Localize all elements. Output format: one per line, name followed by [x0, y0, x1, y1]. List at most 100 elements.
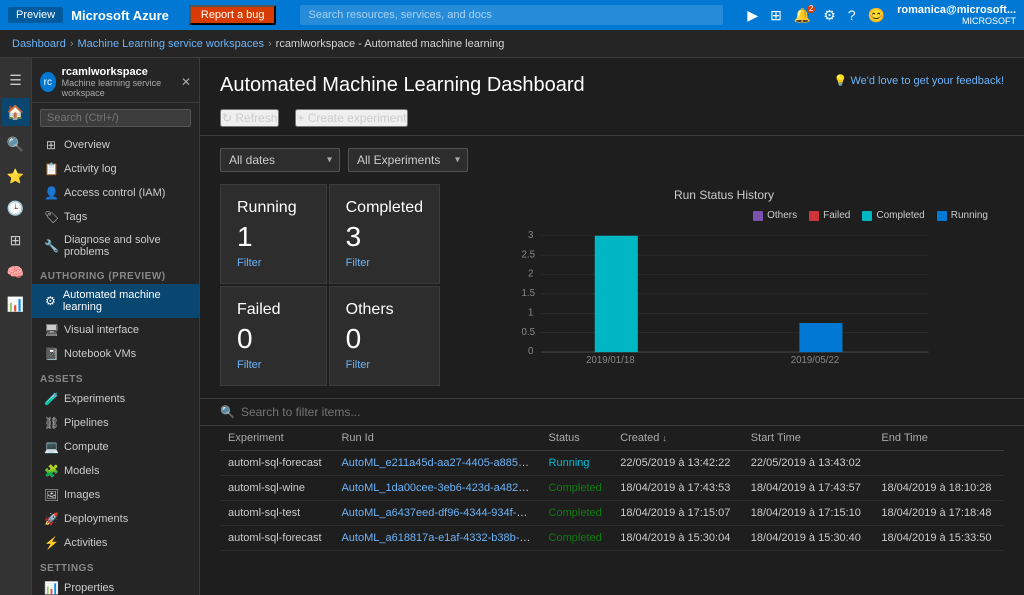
failed-value: 0	[237, 323, 310, 355]
rail-search-icon[interactable]: 🔍	[2, 130, 30, 158]
stat-card-running: Running 1 Filter	[220, 184, 327, 284]
col-end-time[interactable]: End Time	[873, 426, 1004, 451]
others-filter-link[interactable]: Filter	[346, 359, 423, 371]
chart-svg: 3 2.5 2 1.5 1 0.5 0	[460, 225, 988, 365]
cards-chart-row: Running 1 Filter Completed 3 Filter Fail…	[200, 184, 1024, 398]
rail-recent-icon[interactable]: 🕒	[2, 194, 30, 222]
rail-home-icon[interactable]: 🏠	[2, 98, 30, 126]
global-search-input[interactable]	[300, 5, 723, 25]
feedback-link[interactable]: 💡 We'd love to get your feedback!	[834, 74, 1004, 87]
sidebar-item-activities[interactable]: ⚡ Activities	[32, 531, 199, 555]
col-status[interactable]: Status	[541, 426, 613, 451]
main-content: Automated Machine Learning Dashboard 💡 W…	[200, 58, 1024, 595]
table-row: automl-sql-forecast AutoML_a618817a-e1af…	[220, 526, 1004, 551]
preview-badge: Preview	[8, 7, 63, 23]
sidebar-label-overview: Overview	[64, 139, 110, 151]
sidebar-label-models: Models	[64, 465, 99, 477]
date-filter-select[interactable]: All dates Last 7 days Last 30 days	[220, 148, 340, 172]
running-label: Running	[237, 199, 310, 217]
run-id-link[interactable]: AutoML_a618817a-e1af-4332-b38b-6ae11979c…	[341, 532, 540, 544]
table-header: Experiment Run Id Status Created ↓ Start…	[220, 426, 1004, 451]
sidebar-label-diagnose: Diagnose and solve problems	[64, 234, 191, 258]
cell-status: Completed	[541, 476, 613, 501]
run-id-link[interactable]: AutoML_a6437eed-df96-4344-934f-1dd5724e0…	[341, 507, 540, 519]
running-filter-link[interactable]: Filter	[237, 257, 310, 269]
settings-icon[interactable]: ⚙	[823, 7, 836, 24]
sidebar-item-overview[interactable]: ⊞ Overview	[32, 133, 199, 157]
sidebar-item-properties[interactable]: 📊 Properties	[32, 576, 199, 595]
sidebar-item-images[interactable]: 🖼 Images	[32, 483, 199, 507]
workspace-title: rcamlworkspace	[62, 66, 175, 78]
sidebar-item-diagnose[interactable]: 🔧 Diagnose and solve problems	[32, 229, 199, 263]
failed-filter-link[interactable]: Filter	[237, 359, 310, 371]
cell-end-time: 18/04/2019 à 15:33:50	[873, 526, 1004, 551]
shell-icon[interactable]: ▶	[747, 7, 758, 24]
sidebar-label-activities: Activities	[64, 537, 107, 549]
filters-row: All dates Last 7 days Last 30 days All E…	[200, 136, 1024, 184]
visual-interface-icon: 🖥	[44, 323, 58, 337]
create-experiment-button[interactable]: + Create experiment	[295, 109, 408, 127]
diagnose-icon: 🔧	[44, 239, 58, 253]
directory-icon[interactable]: ⊞	[770, 7, 782, 24]
run-id-link[interactable]: AutoML_e211a45d-aa27-4405-a885-c9d970978…	[341, 457, 540, 469]
col-start-time[interactable]: Start Time	[743, 426, 874, 451]
sidebar-item-automated-ml[interactable]: ⚙ Automated machine learning	[32, 284, 199, 318]
breadcrumb-dashboard[interactable]: Dashboard	[12, 38, 66, 50]
rail-ml-icon[interactable]: 🧠	[2, 258, 30, 286]
sidebar-label-tags: Tags	[64, 211, 87, 223]
breadcrumb-current: rcamlworkspace - Automated machine learn…	[276, 38, 505, 50]
rail-resource-groups-icon[interactable]: ⊞	[2, 226, 30, 254]
bar-running-2019-05-22	[799, 323, 842, 352]
help-icon[interactable]: ?	[848, 7, 856, 23]
cell-status: Running	[541, 451, 613, 476]
user-menu[interactable]: romanica@microsoft... MICROSOFT	[897, 4, 1016, 26]
sidebar-item-tags[interactable]: 🏷 Tags	[32, 205, 199, 229]
sidebar-item-visual-interface[interactable]: 🖥 Visual interface	[32, 318, 199, 342]
sidebar-item-models[interactable]: 🧩 Models	[32, 459, 199, 483]
main-header: Automated Machine Learning Dashboard 💡 W…	[200, 58, 1024, 105]
legend-running: Running	[937, 210, 988, 221]
sidebar-item-notebook-vms[interactable]: 📓 Notebook VMs	[32, 342, 199, 366]
running-value: 1	[237, 221, 310, 253]
completed-filter-link[interactable]: Filter	[346, 257, 423, 269]
user-icon[interactable]: 😊	[868, 7, 885, 24]
table-body: automl-sql-forecast AutoML_e211a45d-aa27…	[220, 451, 1004, 551]
report-bug-button[interactable]: Report a bug	[189, 5, 277, 25]
legend-others-label: Others	[767, 210, 797, 221]
sidebar-search-input[interactable]	[40, 109, 191, 127]
user-name: romanica@microsoft...	[897, 4, 1016, 16]
svg-text:2.5: 2.5	[522, 249, 535, 260]
col-created[interactable]: Created ↓	[612, 426, 743, 451]
chart-area: 3 2.5 2 1.5 1 0.5 0	[460, 225, 988, 365]
app-title: Microsoft Azure	[71, 8, 169, 23]
sort-icon: ↓	[662, 433, 667, 443]
rail-monitor-icon[interactable]: 📊	[2, 290, 30, 318]
refresh-button[interactable]: ↻ Refresh	[220, 109, 279, 127]
sidebar-label-notebook-vms: Notebook VMs	[64, 348, 136, 360]
table-search-input[interactable]	[241, 405, 1004, 419]
legend-completed-swatch	[862, 211, 872, 221]
experiment-filter-select[interactable]: All Experiments	[348, 148, 468, 172]
cell-status: Completed	[541, 501, 613, 526]
sidebar-item-experiments[interactable]: 🧪 Experiments	[32, 387, 199, 411]
sidebar-item-activity-log[interactable]: 📋 Activity log	[32, 157, 199, 181]
table-row: automl-sql-test AutoML_a6437eed-df96-434…	[220, 501, 1004, 526]
sidebar-item-compute[interactable]: 💻 Compute	[32, 435, 199, 459]
workspace-close-icon[interactable]: ✕	[181, 75, 191, 89]
sidebar-item-access-control[interactable]: 👤 Access control (IAM)	[32, 181, 199, 205]
col-run-id[interactable]: Run Id	[333, 426, 540, 451]
cell-created: 18/04/2019 à 15:30:04	[612, 526, 743, 551]
col-experiment[interactable]: Experiment	[220, 426, 333, 451]
cell-experiment: automl-sql-forecast	[220, 526, 333, 551]
run-id-link[interactable]: AutoML_1da00cee-3eb6-423d-a482-4c5df1951…	[341, 482, 540, 494]
rail-favorites-icon[interactable]: ⭐	[2, 162, 30, 190]
notifications-icon[interactable]: 🔔2	[794, 7, 811, 24]
sidebar-label-automated-ml: Automated machine learning	[63, 289, 191, 313]
stats-cards: Running 1 Filter Completed 3 Filter Fail…	[220, 184, 440, 386]
breadcrumb-ml-workspaces[interactable]: Machine Learning service workspaces	[78, 38, 264, 50]
rail-menu-icon[interactable]: ☰	[2, 66, 30, 94]
sidebar-item-deployments[interactable]: 🚀 Deployments	[32, 507, 199, 531]
sidebar-item-pipelines[interactable]: ⛓ Pipelines	[32, 411, 199, 435]
cell-experiment: automl-sql-forecast	[220, 451, 333, 476]
cell-start-time: 18/04/2019 à 15:30:40	[743, 526, 874, 551]
